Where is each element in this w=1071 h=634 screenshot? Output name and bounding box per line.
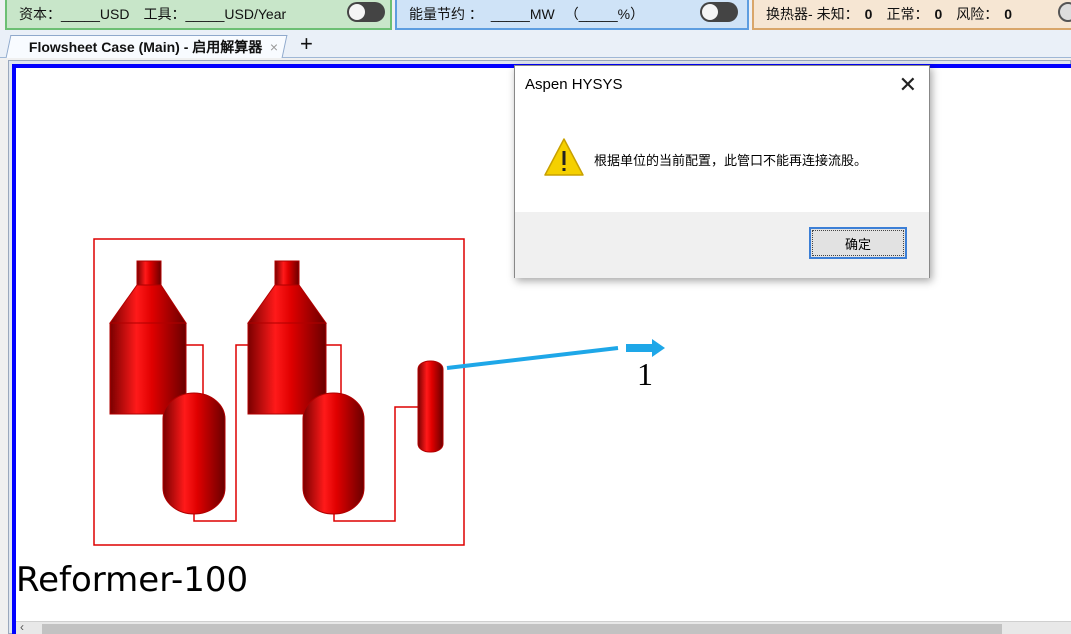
horizontal-scrollbar[interactable]: ‹ (16, 620, 1071, 634)
dialog-footer: 确定 (515, 212, 929, 278)
dialog-message: 根据单位的当前配置，此管口不能再连接流股。 (594, 153, 868, 168)
ok-button-label: 确定 (844, 236, 871, 252)
reformer-unit-icon[interactable] (93, 238, 465, 546)
ok-button[interactable]: 确定 (809, 227, 907, 259)
dialog-close-icon[interactable]: ✕ (899, 72, 917, 98)
stream-label[interactable]: 1 (637, 356, 653, 393)
scroll-thumb[interactable] (42, 624, 1002, 634)
dialog-title: Aspen HYSYS (525, 76, 623, 93)
warning-dialog: Aspen HYSYS ✕ 根据单位的当前配置，此管口不能再连接流股。 确定 (514, 65, 930, 278)
stream-1-arrow[interactable] (446, 339, 665, 370)
scroll-left-arrow-icon[interactable]: ‹ (20, 620, 24, 634)
unit-operation-label[interactable]: Reformer-100 (16, 560, 248, 600)
warning-icon (544, 138, 584, 176)
